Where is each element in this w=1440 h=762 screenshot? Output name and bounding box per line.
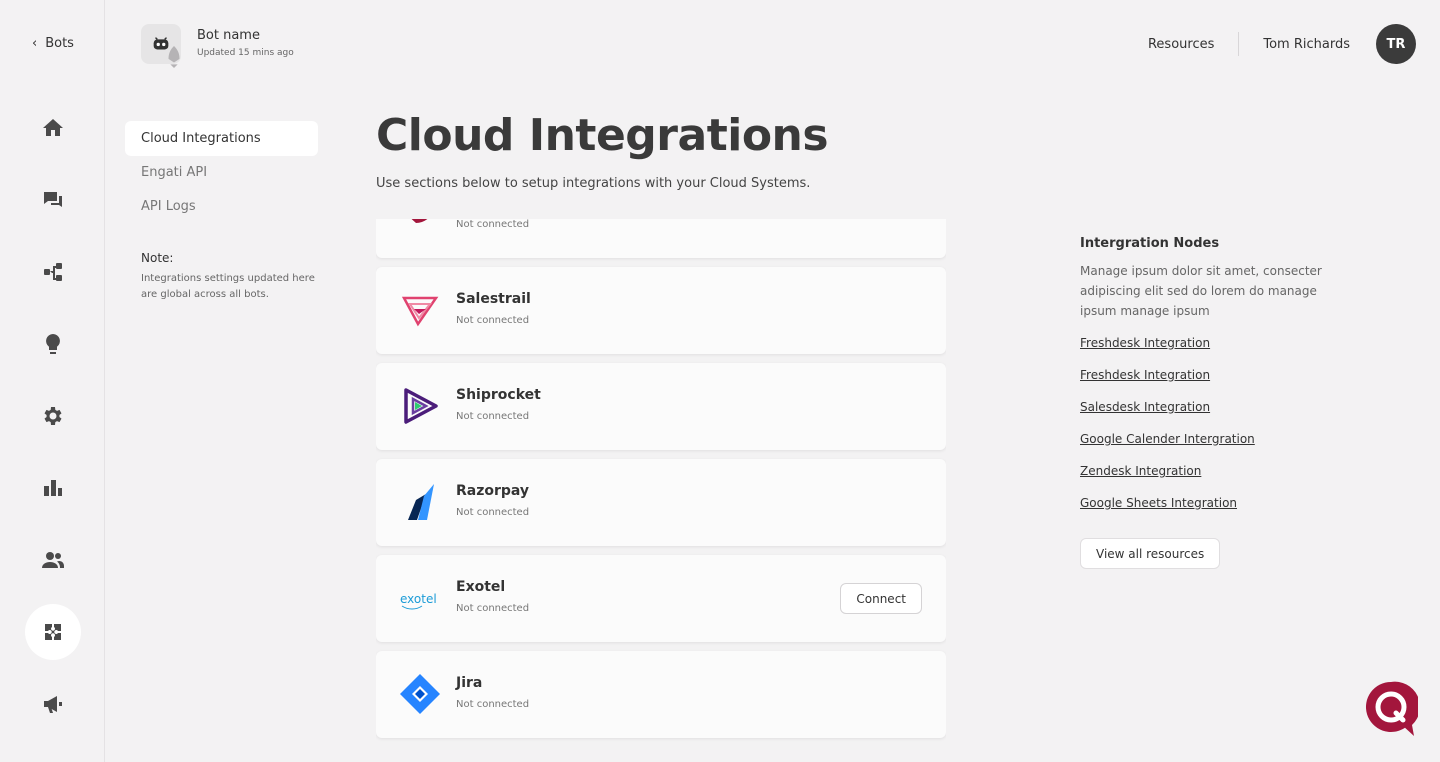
bot-updated-time: Updated 15 mins ago [197, 48, 294, 58]
bot-name: Bot name [197, 28, 260, 43]
nav-analytics[interactable] [25, 460, 81, 516]
integration-status: Not connected [456, 411, 530, 422]
salestrail-logo [400, 290, 440, 330]
integrations-icon [45, 624, 61, 640]
page-title: Cloud Integrations [376, 110, 829, 161]
integration-status: Not connected [456, 315, 530, 326]
flow-icon [44, 263, 62, 281]
chat-bubble-icon [1365, 681, 1420, 736]
user-name[interactable]: Tom Richards [1263, 37, 1350, 52]
resource-link-freshdesk[interactable]: Freshdesk Integration [1080, 336, 1340, 354]
nav-ideas[interactable] [25, 316, 81, 372]
subnav-api-logs[interactable]: API Logs [125, 189, 318, 224]
resource-link-salesdesk[interactable]: Salesdesk Integration [1080, 400, 1340, 418]
exotel-logo: exotel [400, 578, 440, 618]
nav-conversations[interactable] [25, 172, 81, 228]
integration-card-shiprocket[interactable]: Shiprocket Not connected [376, 363, 946, 450]
chevron-left-icon: ‹ [32, 36, 38, 51]
header-divider [1238, 32, 1240, 56]
subnav-cloud-integrations[interactable]: Cloud Integrations [125, 121, 318, 156]
resources-link[interactable]: Resources [1148, 37, 1214, 52]
nav-flows[interactable] [25, 244, 81, 300]
integration-status: Not connected [456, 699, 530, 710]
shiprocket-logo [400, 386, 440, 426]
bar-chart-icon [44, 480, 62, 496]
integration-name: Razorpay [456, 483, 530, 499]
gear-icon [44, 407, 62, 425]
view-all-resources-button[interactable]: View all resources [1080, 538, 1221, 569]
rocket-icon [168, 46, 180, 68]
resource-link-google-sheets[interactable]: Google Sheets Integration [1080, 496, 1340, 514]
nav-broadcast[interactable] [25, 676, 81, 732]
engati-chat-button[interactable] [1364, 680, 1420, 738]
integration-card-exotel[interactable]: exotel Exotel Not connected Connect [376, 555, 946, 642]
resources-panel-description: Manage ipsum dolor sit amet, consecter a… [1080, 264, 1322, 318]
connect-button[interactable]: Connect [840, 583, 922, 614]
megaphone-icon [44, 696, 62, 713]
back-label: Bots [45, 36, 74, 51]
red-partial-logo [400, 219, 440, 234]
resources-links: Freshdesk Integration Freshdesk Integrat… [1080, 336, 1340, 514]
integration-name: Exotel [456, 579, 506, 595]
integration-card-salestrail[interactable]: Salestrail Not connected [376, 267, 946, 354]
resource-link-freshdesk-2[interactable]: Freshdesk Integration [1080, 368, 1340, 386]
resources-panel: Intergration Nodes Manage ipsum dolor si… [1080, 236, 1340, 569]
razorpay-logo [400, 482, 440, 522]
users-icon [42, 552, 64, 568]
integrations-list[interactable]: Not connected Salestrail Not connected S… [376, 219, 946, 762]
bot-avatar [141, 24, 181, 68]
back-to-bots-link[interactable]: ‹ Bots [32, 36, 74, 51]
note-text: Integrations settings updated here are g… [141, 273, 315, 300]
integration-status: Not connected [456, 507, 530, 518]
top-right-bar: Resources Tom Richards TR [1148, 24, 1416, 64]
jira-logo [400, 674, 440, 714]
resource-link-google-calendar[interactable]: Google Calender Intergration [1080, 432, 1340, 450]
integration-name: Salestrail [456, 291, 531, 307]
integrations-subnav: Cloud Integrations Engati API API Logs [125, 121, 318, 223]
integration-name: Shiprocket [456, 387, 541, 403]
subnav-engati-api[interactable]: Engati API [125, 155, 318, 190]
integration-card-razorpay[interactable]: Razorpay Not connected [376, 459, 946, 546]
integration-status: Not connected [456, 219, 530, 230]
integration-status: Not connected [456, 603, 530, 614]
svg-text:exotel: exotel [400, 592, 437, 606]
note-title: Note: [141, 251, 174, 265]
bot-header: Bot name Updated 15 mins ago [141, 24, 294, 68]
user-avatar[interactable]: TR [1376, 24, 1416, 64]
nav-settings[interactable] [25, 388, 81, 444]
nav-integrations[interactable] [25, 604, 81, 660]
integration-card[interactable]: Not connected [376, 219, 946, 258]
home-icon [43, 119, 63, 136]
resource-link-zendesk[interactable]: Zendesk Integration [1080, 464, 1340, 482]
chat-icon [44, 192, 62, 207]
left-rail: ‹ Bots [0, 0, 105, 762]
nav-home[interactable] [25, 100, 81, 156]
resources-panel-title: Intergration Nodes [1080, 236, 1220, 251]
page-subtitle: Use sections below to setup integrations… [376, 176, 811, 191]
nav-users[interactable] [25, 532, 81, 588]
bulb-icon [46, 334, 60, 354]
integration-card-jira[interactable]: Jira Not connected [376, 651, 946, 738]
integration-name: Jira [456, 675, 483, 691]
note-box: Note: Integrations settings updated here… [141, 251, 326, 303]
